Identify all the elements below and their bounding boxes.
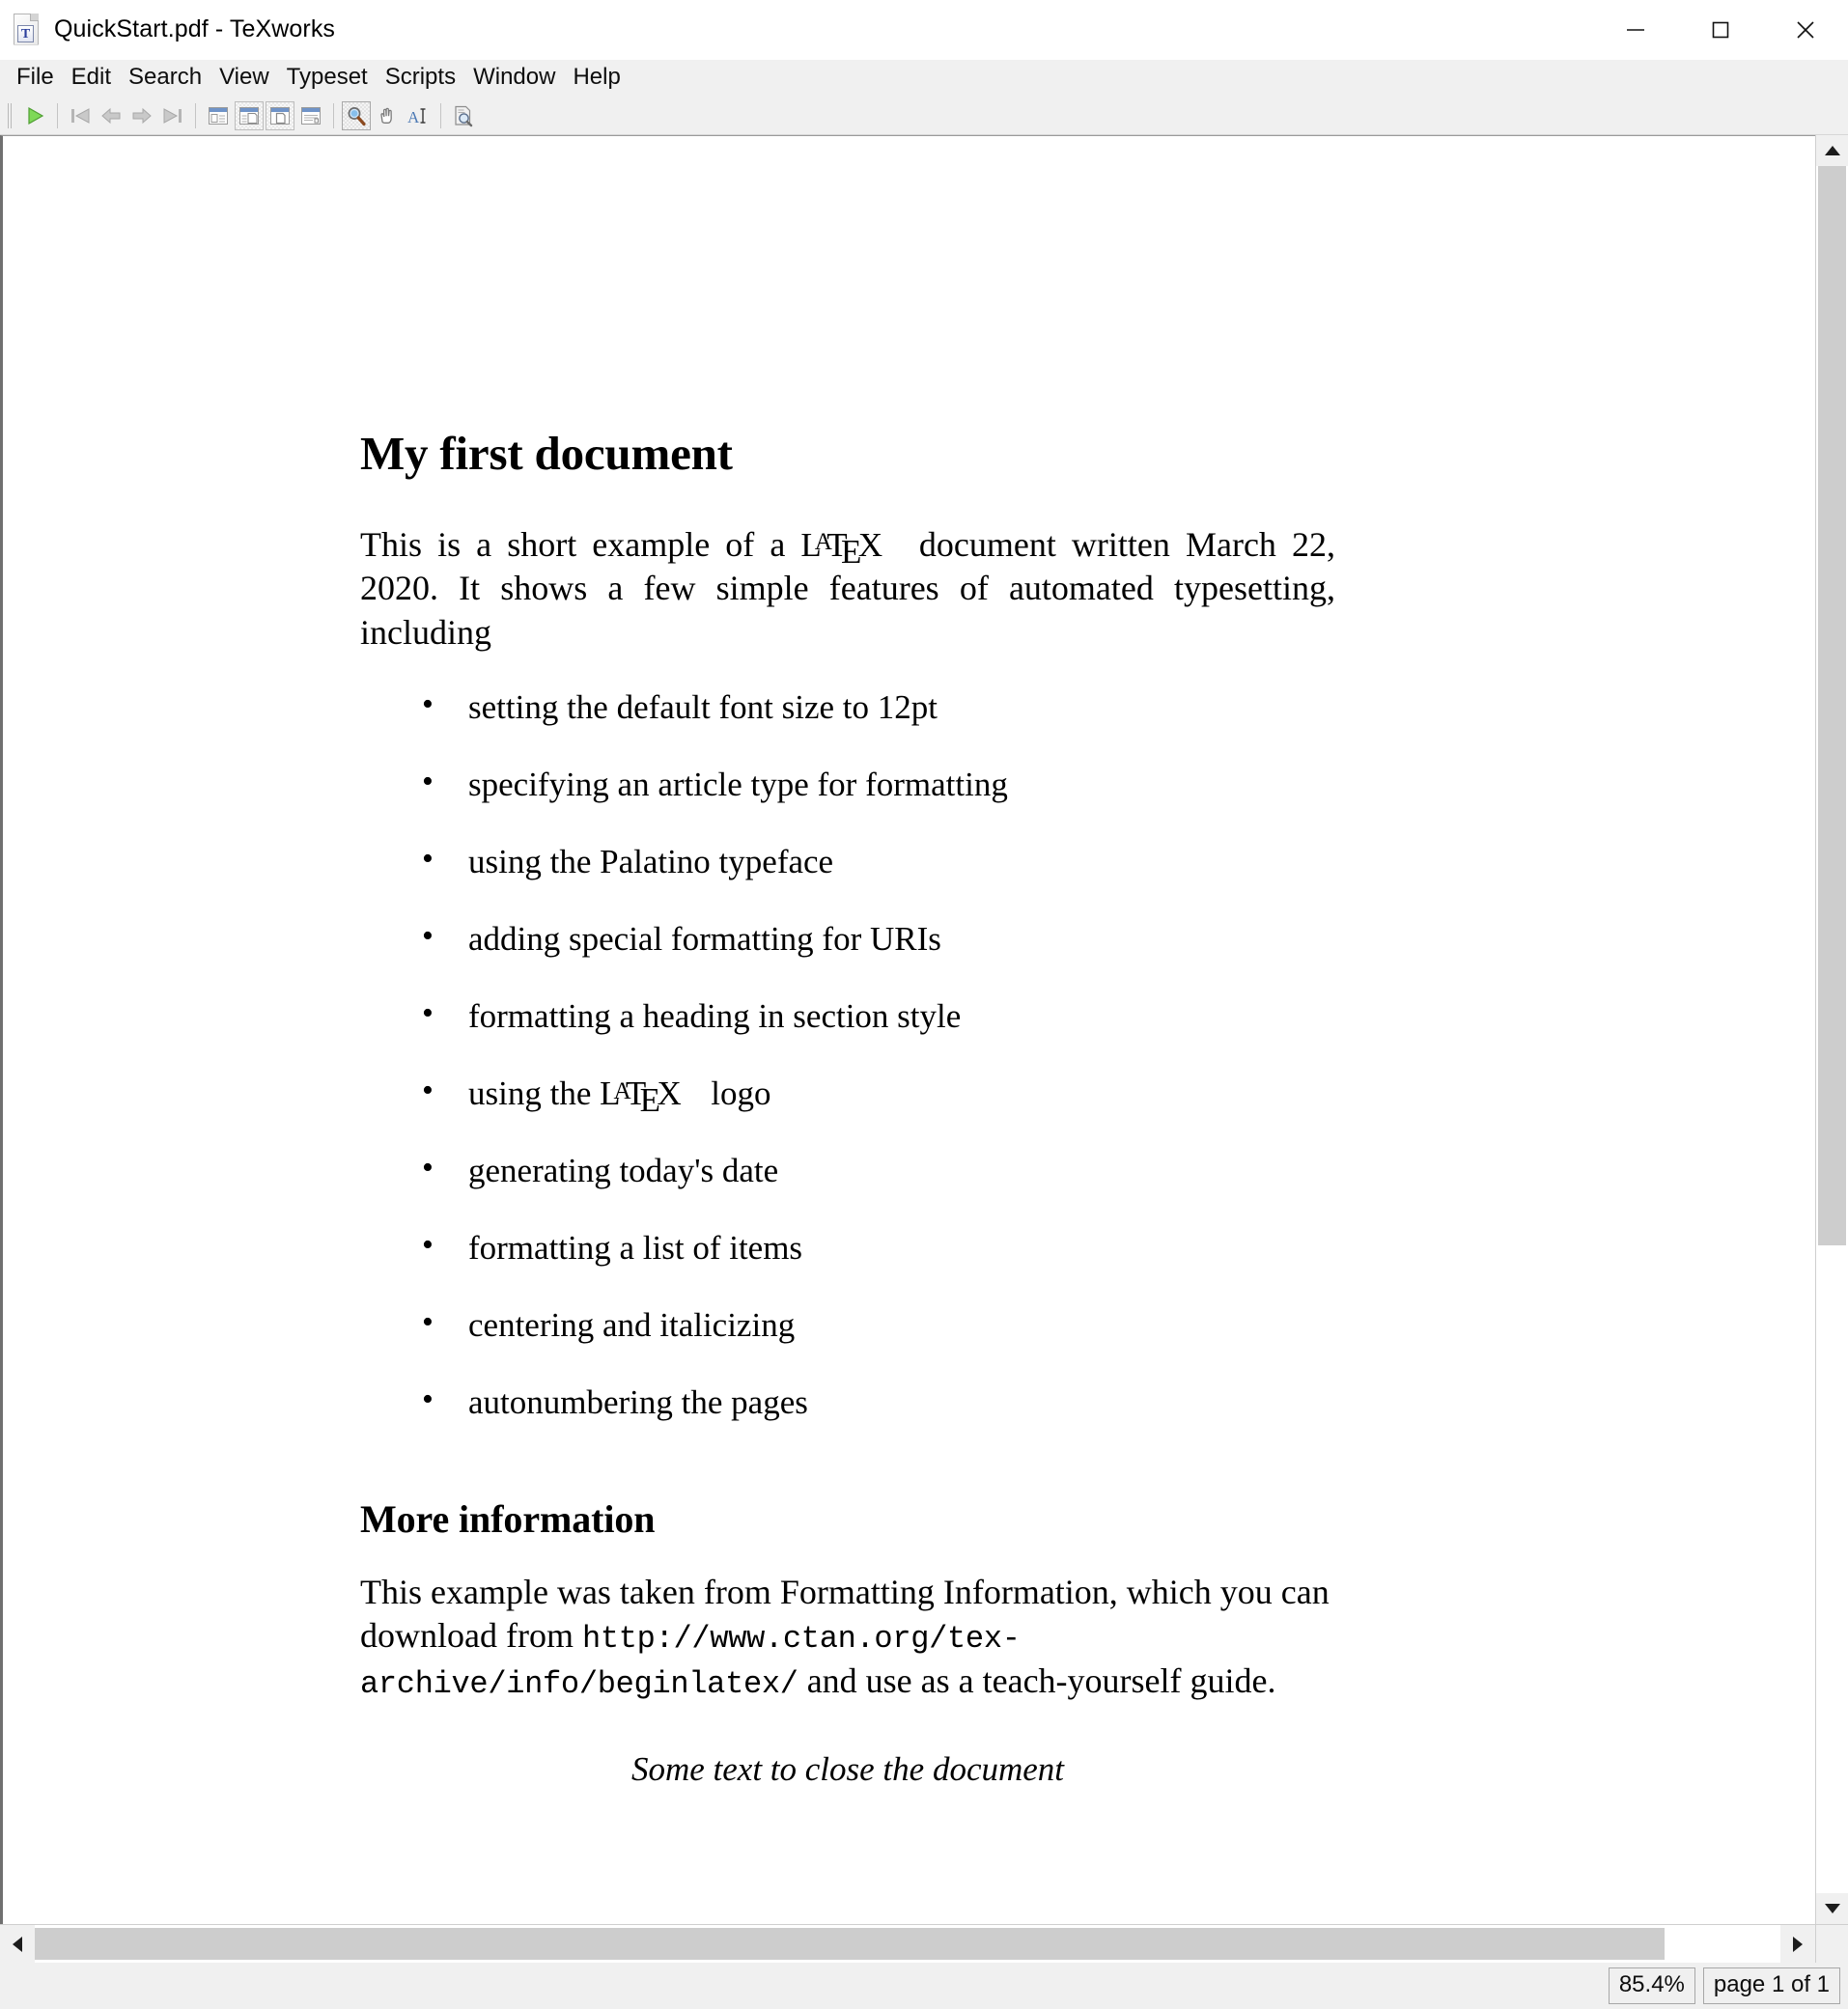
title-bar: T QuickStart.pdf - TeXworks — [0, 0, 1848, 60]
source-search-button[interactable] — [449, 101, 478, 130]
chevron-left-icon — [13, 1936, 22, 1952]
pdf-canvas[interactable]: My first document This is a short exampl… — [0, 135, 1815, 1924]
scrollbar-corner — [1815, 1925, 1848, 1963]
page-indicator[interactable]: page 1 of 1 — [1702, 1967, 1840, 2004]
magnify-tool-button[interactable] — [342, 100, 371, 130]
play-triangle-icon — [28, 106, 44, 125]
scroll-down-arrow[interactable] — [1816, 1893, 1848, 1924]
list-item: formatting a heading in section style — [360, 994, 1654, 1037]
intro-text-before-logo: This is a short example of a — [360, 525, 801, 564]
latex-logo: LATEX — [600, 1074, 682, 1120]
toolbar-separator — [195, 102, 196, 128]
vertical-scroll-track[interactable] — [1816, 166, 1848, 1893]
hand-icon — [380, 107, 392, 124]
document-body: My first document This is a short exampl… — [360, 426, 1654, 1789]
status-bar: 85.4% page 1 of 1 — [0, 1963, 1848, 2009]
list-item: centering and italicizing — [360, 1303, 1654, 1346]
fit-window-icon — [239, 106, 259, 125]
fit-content-button[interactable] — [296, 101, 325, 130]
list-item-text-after-logo: logo — [702, 1074, 771, 1113]
vertical-scrollbar[interactable] — [1815, 135, 1848, 1924]
scroll-up-arrow[interactable] — [1816, 135, 1848, 166]
fit-width-icon — [209, 106, 228, 125]
list-item: generating today's date — [360, 1149, 1654, 1191]
select-text-tool-button[interactable]: A — [404, 101, 433, 130]
intro-paragraph: This is a short example of a LATEX docum… — [360, 523, 1335, 655]
vertical-scroll-thumb[interactable] — [1818, 166, 1846, 1245]
list-item: setting the default font size to 12pt — [360, 685, 1654, 728]
list-item: formatting a list of items — [360, 1226, 1654, 1269]
last-page-button[interactable] — [158, 101, 187, 130]
menu-view[interactable]: View — [210, 62, 278, 95]
maximize-button[interactable] — [1678, 0, 1763, 60]
pan-tool-button[interactable] — [373, 101, 402, 130]
menu-help[interactable]: Help — [564, 62, 629, 95]
menu-file[interactable]: File — [8, 62, 63, 95]
horizontal-scroll-thumb[interactable] — [35, 1928, 1665, 1960]
horizontal-scrollbar[interactable] — [0, 1924, 1848, 1963]
actual-size-icon — [270, 106, 290, 125]
chevron-up-icon — [1824, 146, 1840, 155]
chevron-right-icon — [1793, 1936, 1803, 1952]
toolbar-separator — [57, 102, 58, 128]
list-item-text-before-logo: using the — [468, 1074, 601, 1113]
menu-window[interactable]: Window — [464, 62, 564, 95]
list-item: specifying an article type for formattin… — [360, 763, 1654, 805]
minimize-button[interactable] — [1593, 0, 1678, 60]
toolbar: A — [0, 97, 1848, 135]
icon-badge-letter: T — [17, 24, 34, 42]
document-heading: My first document — [360, 427, 733, 480]
menu-scripts[interactable]: Scripts — [377, 62, 464, 95]
first-page-icon — [71, 107, 90, 124]
previous-page-icon — [101, 107, 121, 124]
zoom-level-indicator[interactable]: 85.4% — [1608, 1967, 1695, 2004]
magnifier-icon — [348, 106, 366, 126]
horizontal-scroll-track[interactable] — [35, 1925, 1780, 1963]
first-page-button[interactable] — [66, 101, 95, 130]
menu-edit[interactable]: Edit — [63, 62, 120, 95]
scroll-left-arrow[interactable] — [0, 1925, 35, 1963]
section-heading: More information — [360, 1497, 656, 1542]
window-title: QuickStart.pdf - TeXworks — [54, 15, 336, 42]
toolbar-separator — [333, 102, 334, 128]
list-item: using the Palatino typeface — [360, 840, 1654, 882]
toolbar-separator — [440, 102, 441, 128]
menu-typeset[interactable]: Typeset — [278, 62, 377, 95]
chevron-down-icon — [1824, 1904, 1840, 1913]
document-magnifier-icon — [455, 105, 473, 126]
fit-content-icon — [301, 106, 321, 125]
close-button[interactable] — [1763, 0, 1848, 60]
list-item: adding special formatting for URIs — [360, 917, 1654, 960]
pdf-view-area: My first document This is a short exampl… — [0, 135, 1848, 1924]
actual-size-button[interactable] — [266, 100, 294, 130]
list-item: autonumbering the pages — [360, 1381, 1654, 1423]
latex-logo: LATEX — [800, 526, 883, 572]
window-controls — [1593, 0, 1848, 60]
next-page-icon — [132, 107, 152, 124]
list-item-latex-logo: using the LATEX logo — [360, 1072, 1654, 1120]
last-page-icon — [163, 107, 182, 124]
more-information-paragraph: This example was taken from Formatting I… — [360, 1571, 1335, 1704]
svg-text:A: A — [407, 108, 420, 126]
pdf-page-1: My first document This is a short exampl… — [3, 136, 1815, 1924]
typeset-button[interactable] — [20, 101, 49, 130]
feature-list: setting the default font size to 12pt sp… — [360, 685, 1654, 1423]
text-select-icon: A — [407, 108, 426, 126]
previous-page-button[interactable] — [97, 101, 126, 130]
more-text-after-url: and use as a teach-yourself guide. — [798, 1660, 1276, 1700]
menu-bar: File Edit Search View Typeset Scripts Wi… — [0, 60, 1848, 97]
texworks-document-icon: T — [14, 13, 42, 46]
scroll-right-arrow[interactable] — [1780, 1925, 1815, 1963]
toolbar-drag-handle[interactable] — [6, 102, 15, 128]
fit-window-button[interactable] — [235, 100, 264, 130]
texworks-window: T QuickStart.pdf - TeXworks File Edit Se… — [0, 0, 1848, 2009]
closing-italic-text: Some text to close the document — [630, 1750, 1065, 1789]
menu-search[interactable]: Search — [120, 62, 210, 95]
next-page-button[interactable] — [127, 101, 156, 130]
fit-width-button[interactable] — [204, 101, 233, 130]
